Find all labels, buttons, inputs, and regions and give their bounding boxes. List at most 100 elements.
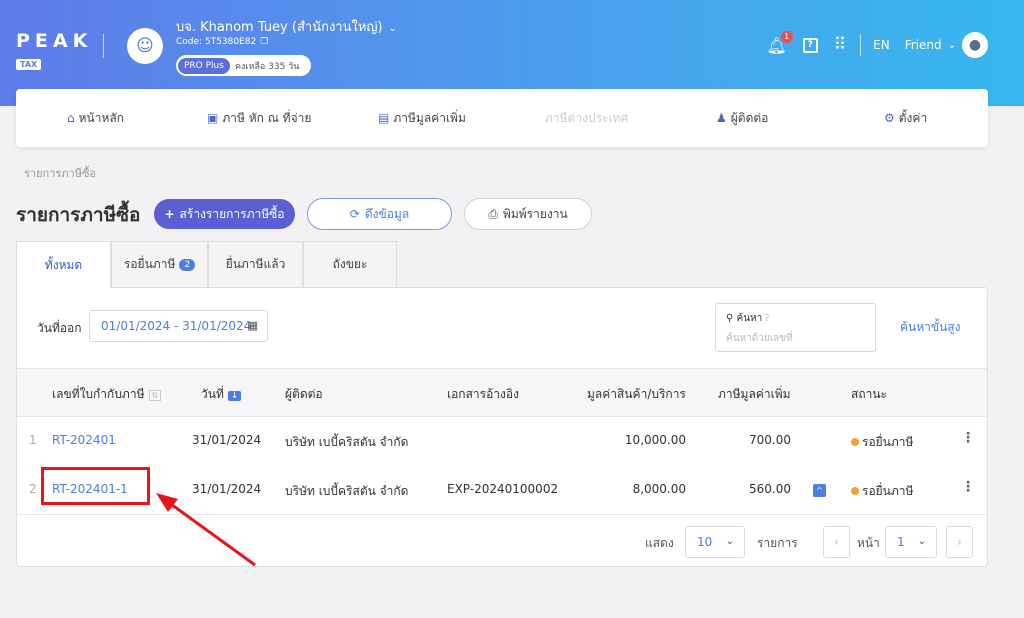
tab-label: ยื่นภาษีแล้ว — [225, 257, 286, 271]
chevron-down-icon: ⌄ — [725, 536, 734, 547]
row-status-text: รอยื่นภาษี — [862, 435, 914, 449]
tab-count-badge: 2 — [179, 258, 196, 271]
tab-label: รอยื่นภาษี — [123, 257, 176, 271]
header-actions: 🔔︎ 1 ? ⠿ EN Friend ⌄ ● — [766, 30, 988, 58]
items-label: รายการ — [757, 536, 798, 550]
search-label: ⚲ ค้นหา? — [726, 311, 770, 326]
search-placeholder: ค้นหาด้วยเลขที่ — [726, 333, 793, 344]
row-vat: 560.00 — [749, 482, 791, 496]
language-switch[interactable]: EN — [873, 38, 890, 52]
plus-icon: + — [164, 207, 175, 221]
nav-foreign-label: ภาษีต่างประเทศ — [545, 111, 629, 125]
help-icon: ? — [764, 313, 770, 324]
nav-vat[interactable]: ▤ ภาษีมูลค่าเพิ่ม — [378, 109, 466, 128]
row-amount: 8,000.00 — [632, 482, 686, 496]
row-status-text: รอยื่นภาษี — [862, 484, 914, 498]
nav-foreign-tax: ภาษีต่างประเทศ — [545, 109, 628, 128]
col-reference: เอกสารอ้างอิง — [447, 387, 519, 401]
gear-icon: ⚙ — [884, 111, 895, 125]
chevron-down-icon: ⌄ — [388, 23, 397, 34]
bell-icon[interactable]: 🔔︎ 1 — [766, 30, 793, 55]
row-status: รอยื่นภาษี — [851, 482, 913, 501]
chevron-down-icon[interactable]: ⌄ — [948, 40, 956, 51]
notification-badge: 1 — [780, 30, 793, 43]
user-avatar[interactable]: ● — [962, 32, 988, 58]
sort-icon[interactable]: ⇅ — [148, 390, 162, 401]
linked-document-icon[interactable]: ^ — [813, 484, 826, 497]
advanced-search-link[interactable]: ค้นหาขั้นสูง — [900, 318, 960, 337]
table-row[interactable]: 1 RT-202401 31/01/2024 บริษัท เบบี้คริสต… — [17, 417, 987, 466]
plan-remaining: คงเหลือ 335 วัน — [234, 61, 300, 72]
sort-down-icon[interactable]: ↓ — [227, 391, 242, 401]
page-size-select[interactable]: 10 ⌄ — [685, 526, 745, 558]
home-icon: ⌂ — [67, 111, 75, 125]
prev-page-button[interactable]: ‹ — [823, 526, 850, 558]
row-reference: EXP-20240100002 — [447, 482, 559, 496]
calendar-icon: ▦ — [247, 319, 258, 332]
user-name[interactable]: Friend — [905, 38, 942, 52]
breadcrumb[interactable]: รายการภาษีซื้อ — [24, 164, 96, 182]
print-button-label: พิมพ์รายงาน — [502, 206, 568, 221]
col-date[interactable]: วันที่ ↓ — [201, 385, 242, 404]
row-date: 31/01/2024 — [192, 433, 262, 447]
tab-trash[interactable]: ถังขยะ — [303, 241, 397, 287]
search-input[interactable]: ⚲ ค้นหา? ค้นหาด้วยเลขที่ — [715, 303, 876, 352]
nav-withholding[interactable]: ▣ ภาษี หัก ณ ที่จ่าย — [207, 109, 311, 128]
apps-grid-icon[interactable]: ⠿ — [834, 35, 846, 55]
next-page-button[interactable]: › — [946, 526, 973, 558]
row-contact: บริษัท เบบี้คริสตัน จำกัด — [285, 484, 409, 498]
company-switcher[interactable]: บจ. Khanom Tuey (สำนักงานใหญ่) ⌄ — [176, 16, 397, 37]
fetch-data-button[interactable]: ⟳ ดึงข้อมูล — [307, 198, 452, 230]
table-header: เลขที่ใบกำกับภาษี ⇅ วันที่ ↓ ผู้ติดต่อ เอก… — [17, 368, 987, 417]
plan-badge[interactable]: PRO Plus คงเหลือ 335 วัน — [176, 55, 311, 76]
nav-contacts-label: ผู้ติดต่อ — [730, 111, 769, 125]
page-title: รายการภาษีซื้อ — [16, 204, 141, 226]
tab-all[interactable]: ทั้งหมด — [16, 241, 111, 288]
more-options-icon[interactable]: ⋮ — [961, 479, 975, 495]
wallet-icon: ▣ — [207, 111, 219, 125]
tab-pending[interactable]: รอยื่นภาษี 2 — [111, 241, 208, 287]
doc-no-link[interactable]: RT-202401 — [52, 433, 116, 447]
printer-icon: ⎙ — [488, 206, 498, 221]
print-report-button[interactable]: ⎙ พิมพ์รายงาน — [464, 198, 592, 230]
col-contact: ผู้ติดต่อ — [285, 387, 323, 401]
date-range-input[interactable]: 01/01/2024 - 31/01/2024 ▦ — [89, 310, 268, 342]
nav-contacts[interactable]: ♟ ผู้ติดต่อ — [716, 109, 768, 128]
company-logo-icon[interactable]: ☺ — [127, 28, 163, 64]
nav-settings-label: ตั้งค่า — [898, 111, 928, 125]
more-options-icon[interactable]: ⋮ — [961, 430, 975, 446]
col-doc-no-label: เลขที่ใบกำกับภาษี — [52, 387, 145, 401]
show-label: แสดง — [645, 536, 674, 550]
copy-icon[interactable]: ❐ — [260, 37, 268, 47]
nav-home[interactable]: ⌂ หน้าหลัก — [67, 109, 124, 128]
row-index: 2 — [29, 482, 37, 496]
create-purchase-tax-button[interactable]: + สร้างรายการภาษีซื้อ — [154, 199, 295, 229]
logo-text: PEAK — [16, 30, 93, 52]
peak-logo[interactable]: PEAK TAX — [16, 30, 92, 71]
tab-label: ทั้งหมด — [44, 257, 83, 272]
help-icon[interactable]: ? — [802, 37, 818, 53]
plan-name: PRO Plus — [178, 57, 230, 74]
company-code: Code: 5T5380E82 ❐ — [176, 37, 268, 47]
col-amount: มูลค่าสินค้า/บริการ — [587, 387, 686, 401]
company-name: บจ. Khanom Tuey (สำนักงานใหญ่) — [176, 20, 383, 35]
annotation-arrow — [156, 493, 256, 567]
document-icon: ▤ — [378, 111, 390, 125]
row-amount: 10,000.00 — [624, 433, 686, 447]
create-button-label: สร้างรายการภาษีซื้อ — [179, 206, 285, 221]
col-doc-no[interactable]: เลขที่ใบกำกับภาษี ⇅ — [52, 385, 162, 404]
tab-filed[interactable]: ยื่นภาษีแล้ว — [208, 241, 303, 287]
page-select[interactable]: 1 ⌄ — [885, 526, 937, 558]
page-label: หน้า — [857, 536, 880, 550]
page-size-value: 10 — [697, 535, 713, 549]
row-vat: 700.00 — [749, 433, 791, 447]
header-divider — [860, 34, 862, 56]
nav-vat-label: ภาษีมูลค่าเพิ่ม — [393, 111, 466, 125]
search-icon: ⚲ — [726, 313, 734, 324]
col-status: สถานะ — [851, 387, 887, 401]
main-navbar: ⌂ หน้าหลัก ▣ ภาษี หัก ณ ที่จ่าย ▤ ภาษีมูลค่… — [16, 89, 988, 147]
status-dot — [851, 438, 859, 446]
chevron-left-icon: ‹ — [834, 535, 839, 549]
row-contact: บริษัท เบบี้คริสตัน จำกัด — [285, 435, 409, 449]
nav-settings[interactable]: ⚙ ตั้งค่า — [884, 109, 927, 128]
